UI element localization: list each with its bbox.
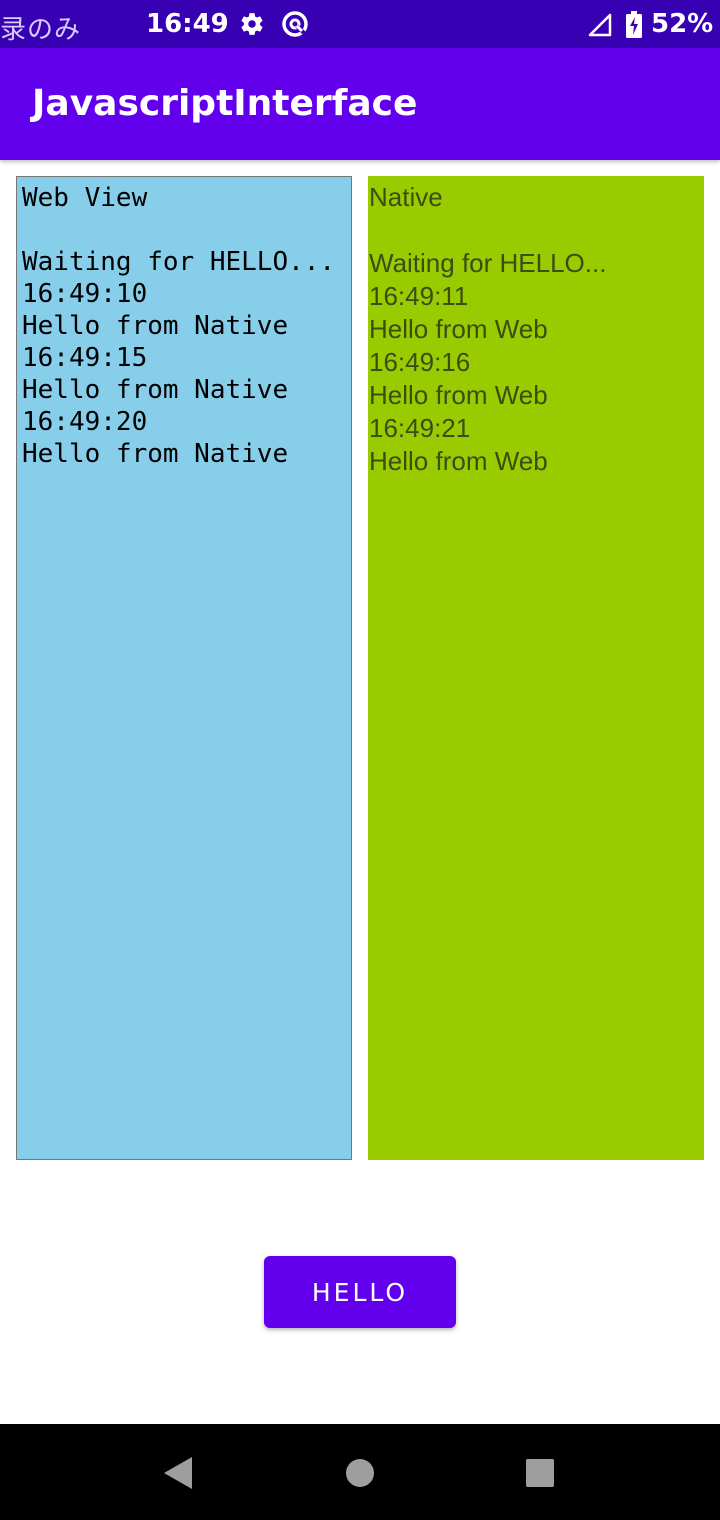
native-log-time: 16:49:11 [369,281,469,311]
web-view-log-message: Hello from Native [22,375,289,405]
web-view-log-message: Hello from Native [22,311,289,341]
web-view-log-time: 16:49:10 [22,279,148,309]
web-view-panel[interactable]: Web View Waiting for HELLO... 16:49:10 H… [16,176,352,1160]
status-bar: 录のみ 16:49 52% [0,0,720,48]
native-log-time: 16:49:16 [369,347,471,377]
native-log-message: Hello from Web [369,380,548,410]
web-view-log-time: 16:49:20 [22,407,148,437]
back-icon[interactable] [162,1456,194,1490]
web-view-log-time: 16:49:15 [22,343,148,373]
navigation-bar [0,1424,720,1520]
web-view-status: Waiting for HELLO... [22,247,336,277]
battery-charging-icon [626,11,642,38]
native-log-time: 16:49:21 [369,413,471,443]
status-time: 16:49 [146,9,229,39]
native-content: Native Waiting for HELLO... 16:49:11 Hel… [369,181,606,478]
app-bar: JavascriptInterface [0,48,720,160]
hello-button[interactable]: HELLO [264,1256,456,1328]
native-status: Waiting for HELLO... [369,248,607,278]
app-title: JavascriptInterface [32,83,418,124]
signal-icon [588,13,612,37]
web-view-heading: Web View [22,183,148,213]
recents-icon[interactable] [524,1457,556,1489]
native-log-message: Hello from Web [369,314,548,344]
web-view-log-message: Hello from Native [22,439,289,469]
native-log-message: Hello from Web [369,446,548,476]
status-notification-text: 录のみ [0,15,82,45]
native-heading: Native [369,182,443,212]
web-view-content: Web View Waiting for HELLO... 16:49:10 H… [22,182,335,470]
home-icon[interactable] [344,1457,376,1489]
settings-gear-icon [241,13,263,35]
native-panel: Native Waiting for HELLO... 16:49:11 Hel… [368,176,704,1160]
battery-percent: 52% [651,9,714,39]
data-saver-icon [282,11,308,37]
